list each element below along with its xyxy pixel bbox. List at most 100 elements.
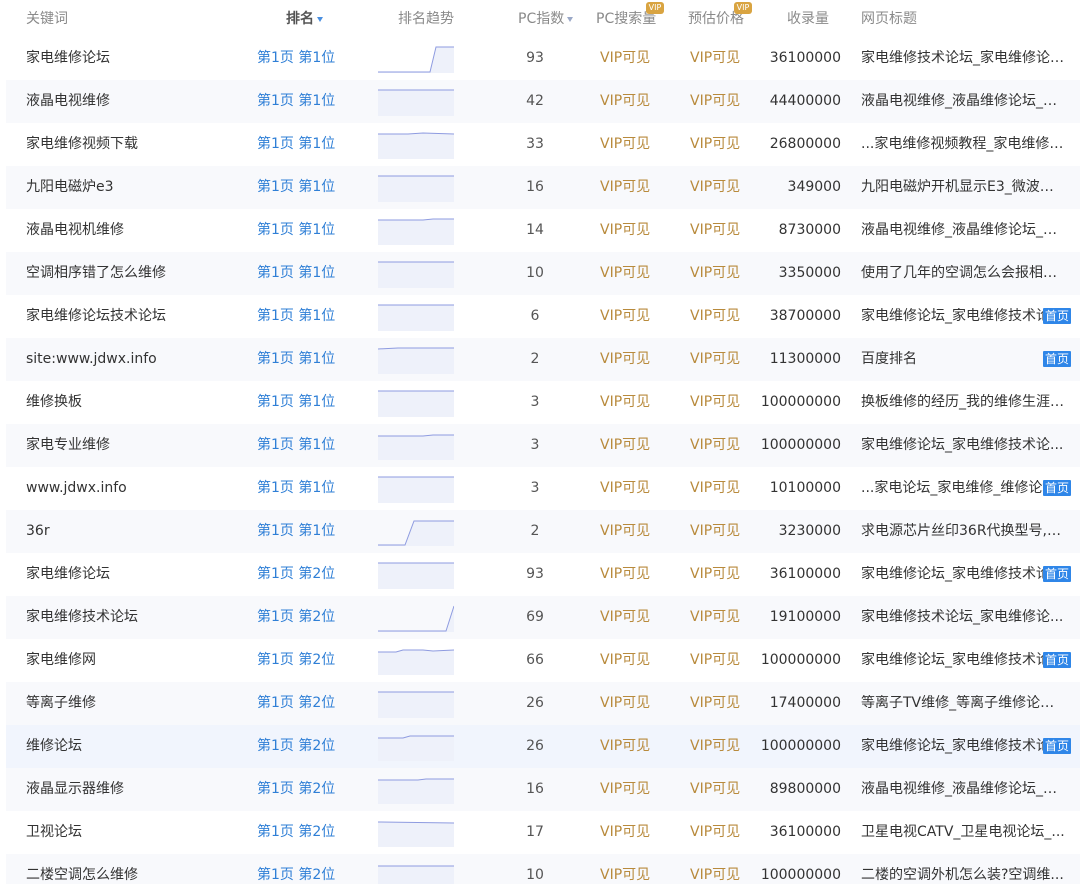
page-title-link[interactable]: 九阳电磁炉开机显示E3_微波炉... bbox=[861, 179, 1066, 196]
price-vip-link[interactable]: VIP可见 bbox=[690, 867, 740, 884]
page-title-link[interactable]: ...家电维修视频教程_家电维修视... bbox=[861, 136, 1066, 153]
pc-search-vip-link[interactable]: VIP可见 bbox=[600, 523, 650, 540]
page-title-link[interactable]: 家电维修论坛_家电维修技术论 bbox=[861, 738, 1066, 755]
rank-link[interactable]: 第1页 第1位 bbox=[257, 179, 335, 196]
price-vip-link[interactable]: VIP可见 bbox=[690, 308, 740, 325]
rank-link[interactable]: 第1页 第1位 bbox=[257, 222, 335, 239]
price-vip-link[interactable]: VIP可见 bbox=[690, 824, 740, 841]
table-row[interactable]: 家电维修技术论坛 第1页 第2位 69 VIP可见 VIP可见 19100000 家电维修技… bbox=[0, 596, 1088, 639]
rank-link[interactable]: 第1页 第1位 bbox=[257, 308, 335, 325]
page-title-link[interactable]: 家电维修技术论坛_家电维修论坛... bbox=[861, 50, 1066, 67]
rank-link[interactable]: 第1页 第2位 bbox=[257, 652, 335, 669]
pc-search-vip-link[interactable]: VIP可见 bbox=[600, 222, 650, 239]
pc-search-vip-link[interactable]: VIP可见 bbox=[600, 136, 650, 153]
rank-link[interactable]: 第1页 第2位 bbox=[257, 566, 335, 583]
rank-link[interactable]: 第1页 第1位 bbox=[257, 351, 335, 368]
pc-search-vip-link[interactable]: VIP可见 bbox=[600, 93, 650, 110]
table-row[interactable]: 维修论坛 第1页 第2位 26 VIP可见 VIP可见 100000000 家电维修论坛_家… bbox=[0, 725, 1088, 768]
rank-link[interactable]: 第1页 第1位 bbox=[257, 437, 335, 454]
page-title-link[interactable]: 求电源芯片丝印36R代换型号,_... bbox=[861, 523, 1066, 540]
header-rank[interactable]: 排名 bbox=[286, 8, 323, 28]
page-title-link[interactable]: 二楼的空调外机怎么装?空调维... bbox=[861, 867, 1066, 884]
pc-search-vip-link[interactable]: VIP可见 bbox=[600, 480, 650, 497]
rank-link[interactable]: 第1页 第2位 bbox=[257, 824, 335, 841]
pc-search-vip-link[interactable]: VIP可见 bbox=[600, 351, 650, 368]
rank-link[interactable]: 第1页 第2位 bbox=[257, 781, 335, 798]
pc-search-vip-link[interactable]: VIP可见 bbox=[600, 179, 650, 196]
pc-search-vip-link[interactable]: VIP可见 bbox=[600, 609, 650, 626]
table-row[interactable]: 家电专业维修 第1页 第1位 3 VIP可见 VIP可见 100000000 家电维修论坛_… bbox=[0, 424, 1088, 467]
rank-link[interactable]: 第1页 第2位 bbox=[257, 609, 335, 626]
page-title-link[interactable]: 百度排名 bbox=[861, 351, 1066, 368]
rank-link[interactable]: 第1页 第1位 bbox=[257, 394, 335, 411]
price-vip-link[interactable]: VIP可见 bbox=[690, 480, 740, 497]
page-title-link[interactable]: 家电维修论坛_家电维修技术论 bbox=[861, 308, 1066, 325]
pc-search-vip-link[interactable]: VIP可见 bbox=[600, 308, 650, 325]
price-vip-link[interactable]: VIP可见 bbox=[690, 136, 740, 153]
header-pc-index[interactable]: PC指数 bbox=[518, 8, 574, 28]
page-title-link[interactable]: ...家电论坛_家电维修_维修论坛 bbox=[861, 480, 1066, 497]
table-row[interactable]: 家电维修论坛 第1页 第1位 93 VIP可见 VIP可见 36100000 家电维修技术论… bbox=[0, 37, 1088, 80]
rank-link[interactable]: 第1页 第1位 bbox=[257, 93, 335, 110]
price-vip-link[interactable]: VIP可见 bbox=[690, 566, 740, 583]
rank-link[interactable]: 第1页 第2位 bbox=[257, 738, 335, 755]
price-vip-link[interactable]: VIP可见 bbox=[690, 609, 740, 626]
sort-down-icon[interactable] bbox=[317, 16, 323, 22]
table-row[interactable]: 36r 第1页 第1位 2 VIP可见 VIP可见 3230000 求电源芯片丝印36R代换… bbox=[0, 510, 1088, 553]
rank-link[interactable]: 第1页 第1位 bbox=[257, 523, 335, 540]
price-vip-link[interactable]: VIP可见 bbox=[690, 179, 740, 196]
table-row[interactable]: 九阳电磁炉e3 第1页 第1位 16 VIP可见 VIP可见 349000 九阳电磁炉开机显… bbox=[0, 166, 1088, 209]
price-vip-link[interactable]: VIP可见 bbox=[690, 652, 740, 669]
page-title-link[interactable]: 等离子TV维修_等离子维修论坛_... bbox=[861, 695, 1066, 712]
price-vip-link[interactable]: VIP可见 bbox=[690, 695, 740, 712]
pc-search-vip-link[interactable]: VIP可见 bbox=[600, 437, 650, 454]
header-keyword[interactable]: 关键词 bbox=[26, 8, 68, 28]
price-vip-link[interactable]: VIP可见 bbox=[690, 50, 740, 67]
rank-link[interactable]: 第1页 第1位 bbox=[257, 480, 335, 497]
pc-search-vip-link[interactable]: VIP可见 bbox=[600, 50, 650, 67]
pc-search-vip-link[interactable]: VIP可见 bbox=[600, 566, 650, 583]
price-vip-link[interactable]: VIP可见 bbox=[690, 265, 740, 282]
table-row[interactable]: 家电维修论坛 第1页 第2位 93 VIP可见 VIP可见 36100000 家电维修论坛_… bbox=[0, 553, 1088, 596]
table-row[interactable]: 液晶显示器维修 第1页 第2位 16 VIP可见 VIP可见 89800000 液晶电视维修… bbox=[0, 768, 1088, 811]
table-row[interactable]: 维修换板 第1页 第1位 3 VIP可见 VIP可见 100000000 换板维修的经历_我… bbox=[0, 381, 1088, 424]
price-vip-link[interactable]: VIP可见 bbox=[690, 781, 740, 798]
rank-link[interactable]: 第1页 第1位 bbox=[257, 50, 335, 67]
page-title-link[interactable]: 家电维修论坛_家电维修技术论... bbox=[861, 437, 1066, 454]
table-row[interactable]: 卫视论坛 第1页 第2位 17 VIP可见 VIP可见 36100000 卫星电视CATV_… bbox=[0, 811, 1088, 854]
pc-search-vip-link[interactable]: VIP可见 bbox=[600, 265, 650, 282]
price-vip-link[interactable]: VIP可见 bbox=[690, 738, 740, 755]
page-title-link[interactable]: 液晶电视维修_液晶维修论坛_液... bbox=[861, 781, 1066, 798]
page-title-link[interactable]: 家电维修论坛_家电维修技术论 bbox=[861, 566, 1066, 583]
price-vip-link[interactable]: VIP可见 bbox=[690, 523, 740, 540]
table-row[interactable]: 液晶电视机维修 第1页 第1位 14 VIP可见 VIP可见 8730000 液晶电视维修_… bbox=[0, 209, 1088, 252]
rank-link[interactable]: 第1页 第2位 bbox=[257, 695, 335, 712]
pc-search-vip-link[interactable]: VIP可见 bbox=[600, 394, 650, 411]
page-title-link[interactable]: 液晶电视维修_液晶维修论坛_液... bbox=[861, 222, 1066, 239]
page-title-link[interactable]: 液晶电视维修_液晶维修论坛_液... bbox=[861, 93, 1066, 110]
table-row[interactable]: 等离子维修 第1页 第2位 26 VIP可见 VIP可见 17400000 等离子TV维修_… bbox=[0, 682, 1088, 725]
price-vip-link[interactable]: VIP可见 bbox=[690, 394, 740, 411]
page-title-link[interactable]: 家电维修论坛_家电维修技术论 bbox=[861, 652, 1066, 669]
page-title-link[interactable]: 卫星电视CATV_卫星电视论坛_... bbox=[861, 824, 1066, 841]
price-vip-link[interactable]: VIP可见 bbox=[690, 351, 740, 368]
table-row[interactable]: 家电维修论坛技术论坛 第1页 第1位 6 VIP可见 VIP可见 38700000 家电维修… bbox=[0, 295, 1088, 338]
table-row[interactable]: 液晶电视维修 第1页 第1位 42 VIP可见 VIP可见 44400000 液晶电视维修_… bbox=[0, 80, 1088, 123]
table-row[interactable]: 空调相序错了怎么维修 第1页 第1位 10 VIP可见 VIP可见 3350000 使用了几… bbox=[0, 252, 1088, 295]
pc-search-vip-link[interactable]: VIP可见 bbox=[600, 824, 650, 841]
rank-link[interactable]: 第1页 第2位 bbox=[257, 867, 335, 884]
pc-search-vip-link[interactable]: VIP可见 bbox=[600, 781, 650, 798]
rank-link[interactable]: 第1页 第1位 bbox=[257, 265, 335, 282]
table-row[interactable]: site:www.jdwx.info 第1页 第1位 2 VIP可见 VIP可见 1130… bbox=[0, 338, 1088, 381]
page-title-link[interactable]: 使用了几年的空调怎么会报相序... bbox=[861, 265, 1066, 282]
table-row[interactable]: 家电维修网 第1页 第2位 66 VIP可见 VIP可见 100000000 家电维修论坛_… bbox=[0, 639, 1088, 682]
price-vip-link[interactable]: VIP可见 bbox=[690, 93, 740, 110]
table-row[interactable]: www.jdwx.info 第1页 第1位 3 VIP可见 VIP可见 10100000.… bbox=[0, 467, 1088, 510]
table-row[interactable]: 家电维修视频下载 第1页 第1位 33 VIP可见 VIP可见 26800000 ...家电… bbox=[0, 123, 1088, 166]
price-vip-link[interactable]: VIP可见 bbox=[690, 222, 740, 239]
table-row[interactable]: 二楼空调怎么维修 第1页 第2位 10 VIP可见 VIP可见 100000000 二楼的空… bbox=[0, 854, 1088, 884]
pc-search-vip-link[interactable]: VIP可见 bbox=[600, 695, 650, 712]
price-vip-link[interactable]: VIP可见 bbox=[690, 437, 740, 454]
pc-search-vip-link[interactable]: VIP可见 bbox=[600, 867, 650, 884]
rank-link[interactable]: 第1页 第1位 bbox=[257, 136, 335, 153]
